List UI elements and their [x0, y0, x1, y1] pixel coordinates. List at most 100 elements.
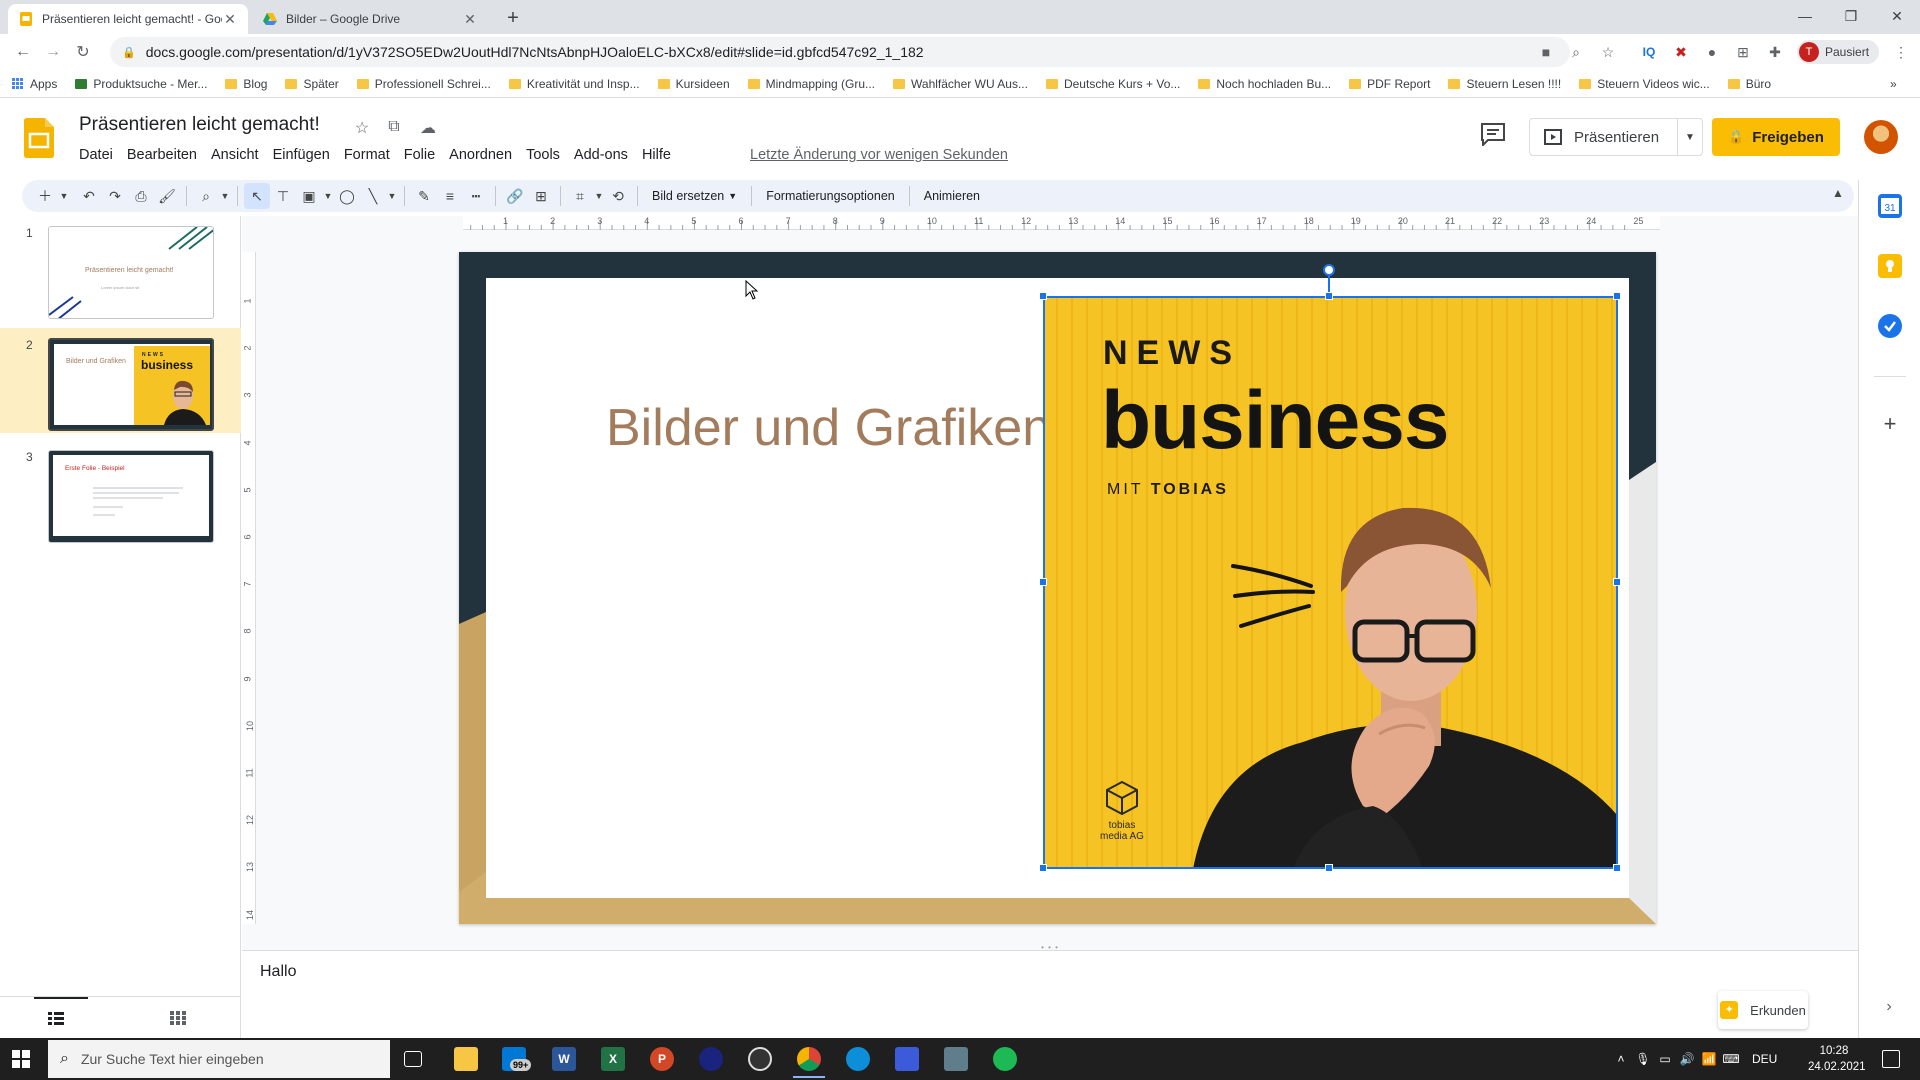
grid-view-icon[interactable]: [170, 1011, 186, 1025]
keep-icon[interactable]: [1878, 254, 1902, 278]
resize-handle[interactable]: [1613, 292, 1621, 300]
menu-tools[interactable]: Tools: [519, 145, 567, 165]
close-icon[interactable]: ✕: [222, 11, 238, 28]
notes-text[interactable]: Hallo: [260, 963, 296, 981]
resize-grip-icon[interactable]: • • •: [1038, 944, 1062, 952]
slide-thumbnail[interactable]: Präsentieren leicht gemacht! Lorem ipsum…: [48, 226, 214, 319]
volume-icon[interactable]: 🔊: [1676, 1052, 1698, 1066]
minimize-button[interactable]: —: [1782, 4, 1828, 28]
paint-format-icon[interactable]: 🖌: [154, 183, 180, 209]
slides-logo-icon[interactable]: [24, 118, 54, 158]
redo-icon[interactable]: ↷: [102, 183, 128, 209]
windows-start-icon[interactable]: [12, 1050, 30, 1068]
border-dash-icon[interactable]: ┅: [463, 183, 489, 209]
keyboard-icon[interactable]: ⌨: [1720, 1052, 1742, 1066]
chrome-icon[interactable]: [793, 1047, 825, 1078]
close-icon[interactable]: ✕: [462, 11, 478, 28]
line-icon[interactable]: ╲: [360, 183, 386, 209]
browser-menu-icon[interactable]: ⋮: [1892, 43, 1910, 61]
slide-thumbnail[interactable]: Erste Folie - Beispiel: [48, 450, 214, 543]
document-title[interactable]: Präsentieren leicht gemacht!: [79, 114, 320, 136]
obs-icon[interactable]: [748, 1047, 772, 1071]
slide-title[interactable]: Bilder und Grafiken: [606, 398, 1051, 458]
border-color-icon[interactable]: ✎: [411, 183, 437, 209]
chevron-down-icon[interactable]: ▼: [219, 183, 231, 209]
menu-hilfe[interactable]: Hilfe: [635, 145, 678, 165]
cloud-saved-icon[interactable]: ☁: [418, 118, 438, 138]
star-icon[interactable]: ☆: [352, 118, 372, 138]
notification-icon[interactable]: [1882, 1050, 1900, 1068]
bookmark-item[interactable]: Später: [285, 77, 339, 91]
mail-icon[interactable]: 99+: [502, 1047, 532, 1071]
notepad-icon[interactable]: [944, 1047, 968, 1071]
resize-handle[interactable]: [1039, 292, 1047, 300]
resize-handle[interactable]: [1325, 292, 1333, 300]
bookmark-item[interactable]: Büro: [1727, 77, 1771, 91]
reset-image-icon[interactable]: ⟲: [605, 183, 631, 209]
app-icon[interactable]: [895, 1047, 919, 1071]
last-edit-link[interactable]: Letzte Änderung vor wenigen Sekunden: [750, 147, 1008, 163]
chevron-down-icon[interactable]: ▼: [58, 183, 70, 209]
user-avatar[interactable]: [1864, 120, 1898, 154]
bookmark-item[interactable]: Mindmapping (Gru...: [747, 77, 875, 91]
zoom-icon[interactable]: ⌕: [1567, 43, 1585, 61]
shape-icon[interactable]: ◯: [334, 183, 360, 209]
tasks-icon[interactable]: [1878, 314, 1902, 338]
word-icon[interactable]: W: [552, 1047, 576, 1071]
chevron-down-icon[interactable]: ▼: [593, 183, 605, 209]
bookmark-apps[interactable]: Apps: [12, 77, 57, 91]
bookmark-item[interactable]: Steuern Videos wic...: [1579, 77, 1710, 91]
forward-button[interactable]: →: [38, 37, 68, 67]
bookmark-item[interactable]: Produktsuche - Mer...: [75, 77, 207, 91]
task-view-icon[interactable]: [404, 1051, 422, 1067]
bookmark-item[interactable]: Kursideen: [657, 77, 730, 91]
menu-bearbeiten[interactable]: Bearbeiten: [120, 145, 204, 165]
text-box-icon[interactable]: ⊤: [270, 183, 296, 209]
slide-thumbnail-row[interactable]: 2 Bilder und Grafiken NEWS business: [0, 328, 241, 433]
profile-button[interactable]: T Pausiert: [1797, 40, 1879, 64]
bookmark-item[interactable]: Professionell Schrei...: [356, 77, 491, 91]
slide-thumbnail-row[interactable]: 1 Präsentieren leicht gemacht! Lorem ips…: [0, 216, 241, 321]
bookmark-item[interactable]: Noch hochladen Bu...: [1198, 77, 1331, 91]
animate-button[interactable]: Animieren: [916, 183, 988, 209]
insert-link-icon[interactable]: 🔗: [502, 183, 528, 209]
menu-einfuegen[interactable]: Einfügen: [266, 145, 337, 165]
bookmark-item[interactable]: PDF Report: [1349, 77, 1430, 91]
menu-ansicht[interactable]: Ansicht: [204, 145, 266, 165]
more-bookmarks-icon[interactable]: »: [1890, 77, 1897, 91]
select-cursor-icon[interactable]: ↖: [244, 183, 270, 209]
extension-grid-icon[interactable]: ⊞: [1734, 43, 1752, 61]
bookmark-item[interactable]: Steuern Lesen !!!!: [1448, 77, 1561, 91]
slide-thumbnail[interactable]: Bilder und Grafiken NEWS business: [48, 338, 214, 431]
extensions-puzzle-icon[interactable]: ✚: [1766, 43, 1784, 61]
rotate-handle[interactable]: [1323, 264, 1335, 276]
border-weight-icon[interactable]: ≡: [437, 183, 463, 209]
add-comment-icon[interactable]: ⊞: [528, 183, 554, 209]
menu-folie[interactable]: Folie: [397, 145, 442, 165]
present-main[interactable]: Präsentieren: [1530, 119, 1678, 155]
new-slide-icon[interactable]: ＋: [32, 183, 58, 209]
file-explorer-icon[interactable]: [454, 1047, 478, 1071]
share-button[interactable]: 🔒 Freigeben: [1712, 118, 1840, 156]
spotify-icon[interactable]: [993, 1047, 1017, 1071]
extension-x-icon[interactable]: ✖: [1672, 43, 1690, 61]
resize-handle[interactable]: [1325, 864, 1333, 872]
menu-anordnen[interactable]: Anordnen: [442, 145, 519, 165]
comments-icon[interactable]: [1480, 122, 1510, 148]
resize-handle[interactable]: [1613, 864, 1621, 872]
input-language[interactable]: DEU: [1752, 1052, 1777, 1066]
filmstrip-view-icon[interactable]: [48, 1011, 64, 1025]
back-button[interactable]: ←: [8, 37, 38, 67]
vertical-ruler[interactable]: 1 2 3 4 5 6 7 8 9 10 11 12 13 14: [242, 252, 256, 924]
bookmark-item[interactable]: Deutsche Kurs + Vo...: [1045, 77, 1180, 91]
excel-icon[interactable]: X: [601, 1047, 625, 1071]
chevron-down-icon[interactable]: ▼: [322, 183, 334, 209]
undo-icon[interactable]: ↶: [76, 183, 102, 209]
tab-slides[interactable]: Präsentieren leicht gemacht! - Google Pr…: [8, 4, 248, 34]
edge-icon[interactable]: [846, 1047, 870, 1071]
powerpoint-icon[interactable]: P: [650, 1047, 674, 1071]
url-field[interactable]: 🔒 docs.google.com/presentation/d/1yV372S…: [110, 37, 1570, 67]
add-addon-icon[interactable]: +: [1878, 412, 1902, 436]
close-window-button[interactable]: ✕: [1874, 4, 1920, 28]
bookmark-item[interactable]: Wahlfächer WU Aus...: [893, 77, 1028, 91]
